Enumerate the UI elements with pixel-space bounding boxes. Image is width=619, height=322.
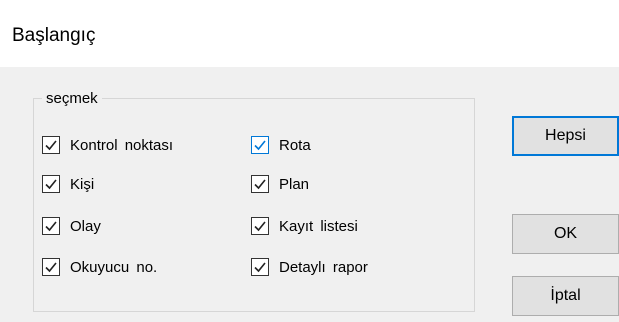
checkbox-box[interactable] — [42, 217, 60, 235]
checkbox-label: Kişi — [70, 175, 95, 193]
checkbox-label: Kontrol noktası — [70, 136, 174, 154]
checkbox-box[interactable] — [42, 175, 60, 193]
groupbox-label: seçmek — [42, 90, 102, 107]
checkbox-label: Rota — [279, 136, 311, 154]
checkbox-label: Plan — [279, 175, 310, 193]
select-all-button[interactable]: Hepsi — [512, 116, 619, 156]
checkbox-kisi[interactable]: Kişi — [42, 173, 94, 195]
checkbox-olay[interactable]: Olay — [42, 215, 101, 237]
check-icon — [254, 221, 266, 232]
check-icon — [45, 140, 57, 151]
select-groupbox — [33, 98, 475, 312]
checkbox-kayit-listesi[interactable]: Kayıt listesi — [251, 215, 358, 237]
checkbox-plan[interactable]: Plan — [251, 173, 309, 195]
checkbox-box[interactable] — [42, 136, 60, 154]
checkbox-label: Kayıt listesi — [279, 217, 358, 235]
check-icon — [45, 262, 57, 273]
check-icon — [45, 179, 57, 190]
check-icon — [254, 262, 266, 273]
checkbox-box[interactable] — [42, 258, 60, 276]
checkbox-label: Okuyucu no. — [70, 258, 158, 276]
checkbox-detayli-rapor[interactable]: Detaylı rapor — [251, 256, 368, 278]
title-bar: Başlangıç — [0, 0, 619, 67]
checkbox-box[interactable] — [251, 217, 269, 235]
check-icon — [45, 221, 57, 232]
checkbox-okuyucu-no[interactable]: Okuyucu no. — [42, 256, 157, 278]
checkbox-rota[interactable]: Rota — [251, 134, 311, 156]
check-icon — [254, 140, 266, 151]
checkbox-box[interactable] — [251, 258, 269, 276]
ok-button[interactable]: OK — [512, 214, 619, 254]
checkbox-label: Olay — [70, 217, 101, 235]
check-icon — [254, 179, 266, 190]
checkbox-kontrol-noktasi[interactable]: Kontrol noktası — [42, 134, 173, 156]
cancel-button[interactable]: İptal — [512, 276, 619, 316]
checkbox-label: Detaylı rapor — [279, 258, 368, 276]
window-title: Başlangıç — [12, 25, 96, 46]
checkbox-box[interactable] — [251, 175, 269, 193]
checkbox-box[interactable] — [251, 136, 269, 154]
